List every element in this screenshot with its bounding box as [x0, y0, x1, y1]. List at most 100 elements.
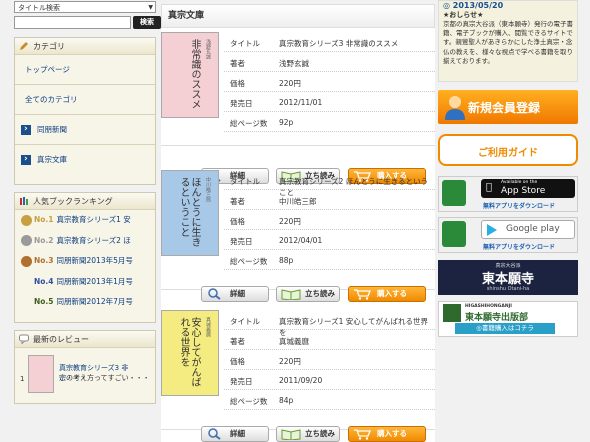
info-label: 総ページ数 [230, 257, 268, 266]
medal-icon [21, 214, 32, 226]
divider [161, 145, 435, 146]
info-label: タイトル [230, 317, 260, 326]
page-title: 真宗文庫 [161, 4, 435, 28]
news-text: 京都の真宗大谷派（東本願寺）発行の電子書籍、電子ブックが購入、閲覧できるサイトで… [443, 20, 573, 65]
info-row-title: タイトル 真宗教育シリーズ3 非常識のススメ [224, 32, 435, 52]
search-type-value: タイトル検索 [18, 4, 60, 12]
info-row-author: 著者 浅野玄誠 [224, 52, 435, 72]
category-link-top[interactable]: トップページ [15, 55, 155, 85]
search-input[interactable] [14, 16, 131, 29]
info-row-price: 価格 220円 [224, 210, 435, 230]
cart-icon [354, 429, 371, 440]
higashi-honganji-banner[interactable]: 真宗大谷派 東本願寺 shinshu Otani-ha [438, 260, 578, 295]
category-item-bunko[interactable]: 真宗文庫 [15, 144, 155, 175]
rank-title[interactable]: 同朋新聞2012年7月号 [57, 297, 133, 306]
review-cover[interactable] [28, 355, 54, 393]
info-row-pages: 総ページ数 84p [224, 390, 435, 410]
books-icon [20, 197, 28, 205]
info-label: 発売日 [230, 237, 253, 246]
register-banner[interactable]: 新規会員登録 [438, 90, 578, 124]
googleplay-banner[interactable]: Google play 無料アプリをダウンロード [438, 217, 578, 253]
info-label: 総ページ数 [230, 119, 268, 128]
search-type-select[interactable]: タイトル検索 ▼ [14, 1, 156, 13]
book-item: 非常識のススメ 浅野玄誠 タイトル 真宗教育シリーズ3 非常識のススメ 著者 浅野玄誠 価格… [161, 32, 435, 184]
ranking-item[interactable]: No.4 同朋新聞2013年1月号 [15, 272, 155, 293]
preview-button[interactable]: 立ち読み [276, 426, 340, 442]
rank-number: No.1 [34, 215, 54, 224]
info-row-date: 発売日 2011/09/20 [224, 370, 435, 390]
book-pages: 92p [279, 118, 294, 127]
detail-button[interactable]: 詳細 [201, 286, 269, 302]
category-link-all[interactable]: 全てのカテゴリ [15, 85, 155, 115]
rank-title[interactable]: 同朋新聞2013年1月号 [57, 277, 133, 286]
open-book-icon [281, 289, 301, 300]
rank-title[interactable]: 真宗教育シリーズ1 安 [57, 215, 131, 224]
category-box: カテゴリ トップページ 全てのカテゴリ 同朋新聞 真宗文庫 [14, 37, 156, 185]
info-label: 総ページ数 [230, 397, 268, 406]
medal-icon [21, 276, 32, 287]
info-row-date: 発売日 2012/04/01 [224, 230, 435, 250]
ranking-item[interactable]: No.5 同朋新聞2012年7月号 [15, 292, 155, 313]
publisher-banner[interactable]: HIGASHIHONGANJI 東本願寺出版部 ◎書籍購入はコチラ [438, 301, 578, 337]
info-label: 発売日 [230, 99, 253, 108]
book-info: タイトル 真宗教育シリーズ3 非常識のススメ 著者 浅野玄誠 価格 220円 発売日 2012… [224, 32, 435, 132]
review-number: 1 [20, 375, 25, 383]
category-heading: カテゴリ [15, 38, 155, 55]
main-content: 真宗文庫 非常識のススメ 浅野玄誠 タイトル 真宗教育シリーズ3 非常識のススメ 著者浅… [161, 4, 435, 442]
info-label: 価格 [230, 357, 245, 366]
book-price: 220円 [279, 79, 301, 88]
ranking-item[interactable]: No.1 真宗教育シリーズ1 安 [15, 210, 155, 231]
buy-books-link: ◎書籍購入はコチラ [455, 323, 555, 334]
book-title: 真宗教育シリーズ3 非常識のススメ [279, 39, 399, 48]
ranking-item[interactable]: No.3 同朋新聞2013年5月号 [15, 251, 155, 272]
book-item: 安心してがんばれる世界を 真城義麿 タイトル 真宗教育シリーズ1 安心してがんばれる世… [161, 310, 435, 442]
apple-icon:  [486, 182, 492, 193]
info-row-author: 著者 中川皓三郎 [224, 190, 435, 210]
preview-button[interactable]: 立ち読み [276, 286, 340, 302]
book-item: ほんとうに生きるということ 中川皓三郎 タイトル 真宗教育シリーズ2 ほんとうに生きる… [161, 170, 435, 314]
googleplay-badge: Google play [481, 220, 575, 239]
left-sidebar: タイトル検索 ▼ 検索 カテゴリ トップページ 全てのカテゴリ 同朋新聞 真宗文庫… [14, 0, 161, 442]
guide-banner[interactable]: ご利用ガイド [438, 134, 578, 166]
book-price: 220円 [279, 357, 301, 366]
buy-button[interactable]: 購入する [348, 426, 426, 442]
news-date: ◎ 2013/05/20 [443, 1, 504, 10]
book-actions: 詳細 立ち読み 購入する [201, 286, 433, 303]
appstore-banner[interactable]: Available on the App Store  無料アプリをダウンロー… [438, 176, 578, 212]
info-label: 価格 [230, 79, 245, 88]
category-item-doho[interactable]: 同朋新聞 [15, 114, 155, 145]
detail-button[interactable]: 詳細 [201, 426, 269, 442]
book-cover[interactable]: ほんとうに生きるということ 中川皓三郎 [161, 170, 219, 256]
user-icon [445, 96, 465, 120]
info-row-price: 価格 220円 [224, 72, 435, 92]
info-row-pages: 総ページ数 88p [224, 250, 435, 270]
info-row-price: 価格 220円 [224, 350, 435, 370]
book-author: 真城義麿 [279, 337, 309, 346]
cart-icon [354, 289, 371, 300]
rank-title[interactable]: 真宗教育シリーズ2 ほ [57, 236, 131, 245]
info-label: タイトル [230, 177, 260, 186]
open-book-icon [281, 429, 301, 440]
book-pages: 88p [279, 256, 294, 265]
review-box: 最新のレビュー 1 真宗教育シリーズ3 非宗・・・ この考え方ってすごい・・・ [14, 330, 156, 404]
medal-icon [21, 297, 32, 308]
book-pages: 84p [279, 396, 294, 405]
rank-number: No.4 [34, 276, 54, 286]
review-text: この考え方ってすごい・・・ [59, 374, 150, 382]
app-icon [442, 180, 466, 206]
medal-icon [21, 235, 32, 246]
ranking-item[interactable]: No.2 真宗教育シリーズ2 ほ [15, 231, 155, 252]
search-button[interactable]: 検索 [133, 16, 161, 29]
info-label: タイトル [230, 39, 260, 48]
book-author: 浅野玄誠 [279, 59, 309, 68]
book-cover[interactable]: 安心してがんばれる世界を 真城義麿 [161, 310, 219, 396]
play-icon [487, 224, 497, 236]
news-box: ◎ 2013/05/20 ★おしらせ★ 京都の真宗大谷派（東本願寺）発行の電子書… [438, 0, 578, 82]
rank-number: No.2 [34, 235, 54, 245]
free-app-label: 無料アプリをダウンロード [483, 244, 556, 251]
book-cover[interactable]: 非常識のススメ 浅野玄誠 [161, 32, 219, 118]
buy-button[interactable]: 購入する [348, 286, 426, 302]
rank-title[interactable]: 同朋新聞2013年5月号 [57, 256, 133, 265]
info-row-pages: 総ページ数 92p [224, 112, 435, 132]
book-date: 2011/09/20 [279, 376, 323, 385]
